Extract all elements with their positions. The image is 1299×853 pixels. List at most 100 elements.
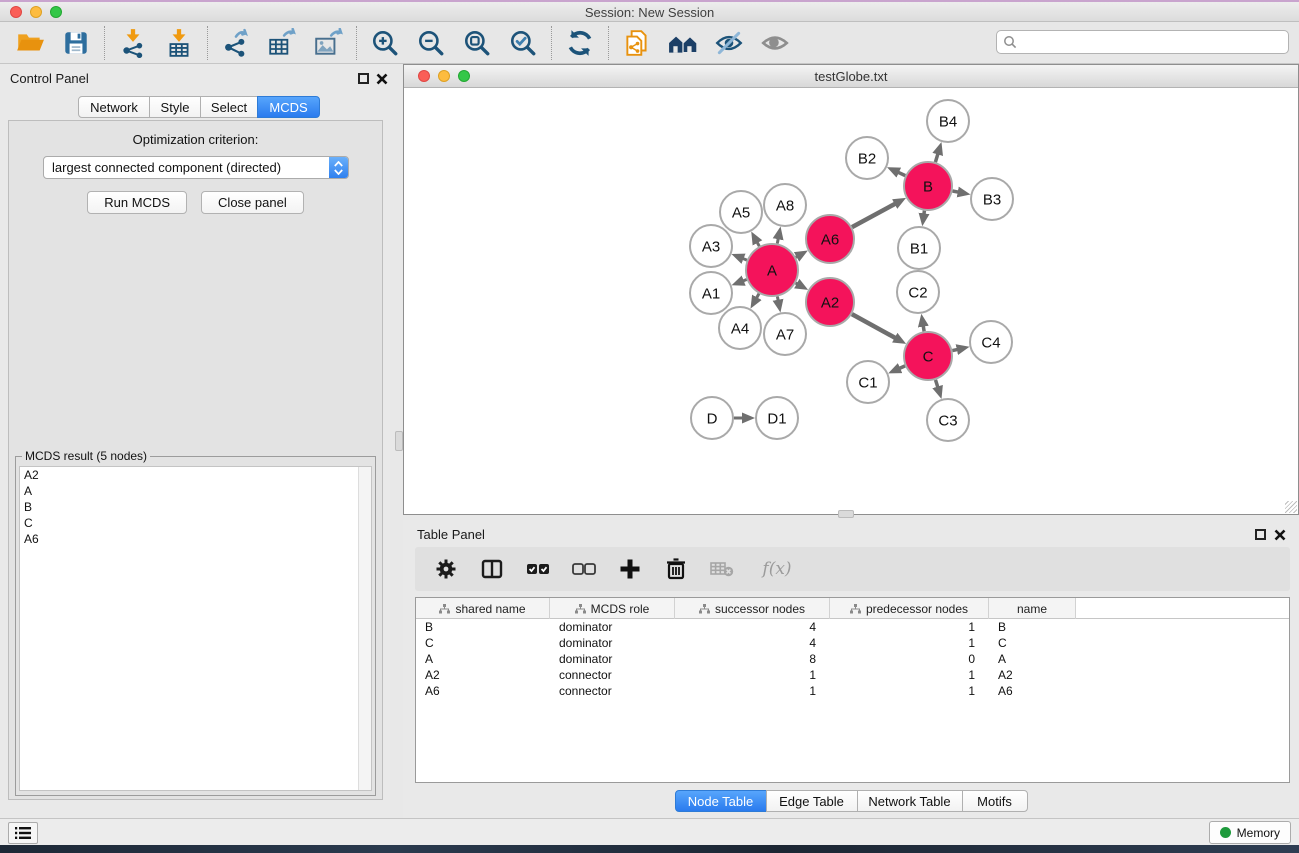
criterion-dropdown[interactable]: largest connected component (directed) [43,156,349,179]
node-A5[interactable]: A5 [720,191,762,233]
duplicate-network-icon[interactable] [621,27,653,59]
node-A6[interactable]: A6 [806,215,854,263]
node-C2[interactable]: C2 [897,271,939,313]
node-B[interactable]: B [904,162,952,210]
task-history-button[interactable] [8,822,38,844]
node-B2[interactable]: B2 [846,137,888,179]
node-D1[interactable]: D1 [756,397,798,439]
network-window-titlebar[interactable]: testGlobe.txt [404,65,1298,88]
edge-C-C2[interactable] [923,326,924,332]
cell-successor-nodes[interactable]: 4 [675,635,830,651]
run-mcds-button[interactable]: Run MCDS [87,191,187,214]
cell-MCDS-role[interactable]: connector [550,667,675,683]
cell-predecessor-nodes[interactable]: 1 [830,635,989,651]
cell-name[interactable]: A6 [989,683,1076,699]
delete-table-icon[interactable] [709,556,735,582]
result-item[interactable]: C [20,515,371,531]
node-A1[interactable]: A1 [690,272,732,314]
tab-motifs[interactable]: Motifs [962,790,1028,812]
import-table-icon[interactable] [163,27,195,59]
delete-row-icon[interactable] [663,556,689,582]
edge-A-A6[interactable] [796,256,798,257]
node-C4[interactable]: C4 [970,321,1012,363]
tab-mcds[interactable]: MCDS [257,96,320,118]
show-graphics-details-icon[interactable] [759,27,791,59]
open-session-icon[interactable] [14,27,46,59]
table-float-panel-icon[interactable] [1255,529,1266,540]
column-header-name[interactable]: name [989,598,1076,619]
edge-A-A1[interactable] [743,280,747,282]
tab-style[interactable]: Style [149,96,201,118]
tab-edge-table[interactable]: Edge Table [766,790,858,812]
node-A3[interactable]: A3 [690,225,732,267]
cell-shared-name[interactable]: B [416,619,550,635]
cell-shared-name[interactable]: A [416,651,550,667]
export-network-icon[interactable] [220,27,252,59]
edge-A-A3[interactable] [743,258,747,260]
search-input[interactable] [1021,31,1288,53]
cell-shared-name[interactable]: A2 [416,667,550,683]
network-graph[interactable]: B4B2BB3A5A8A6B1A3AA1C2A2A4A7C4CC1C3DD1 [404,88,1298,514]
cell-predecessor-nodes[interactable]: 1 [830,667,989,683]
node-C[interactable]: C [904,332,952,380]
cell-name[interactable]: B [989,619,1076,635]
search-field[interactable] [996,30,1289,54]
table-row[interactable]: Cdominator41C [416,635,1289,651]
refresh-icon[interactable] [564,27,596,59]
export-image-icon[interactable] [312,27,344,59]
cell-successor-nodes[interactable]: 1 [675,667,830,683]
mcds-result-list[interactable]: A2ABCA6 [19,466,372,791]
float-panel-icon[interactable] [358,73,369,84]
cell-name[interactable]: A [989,651,1076,667]
edge-A-A5[interactable] [757,242,759,246]
cell-successor-nodes[interactable]: 4 [675,619,830,635]
zoom-fit-icon[interactable] [461,27,493,59]
edge-C-C3[interactable] [936,380,938,388]
save-session-icon[interactable] [60,27,92,59]
close-panel-button[interactable]: Close panel [201,191,304,214]
zoom-in-icon[interactable] [369,27,401,59]
cell-MCDS-role[interactable]: dominator [550,651,675,667]
cell-name[interactable]: C [989,635,1076,651]
node-A4[interactable]: A4 [719,307,761,349]
memory-button[interactable]: Memory [1209,821,1291,844]
node-B1[interactable]: B1 [898,227,940,269]
table-row[interactable]: A6connector11A6 [416,683,1289,699]
table-row[interactable]: Adominator80A [416,651,1289,667]
cell-shared-name[interactable]: C [416,635,550,651]
column-header-shared-name[interactable]: shared name [416,598,550,619]
apply-function-icon[interactable]: f(x) [755,556,799,582]
result-item[interactable]: B [20,499,371,515]
hide-graphics-details-icon[interactable] [713,27,745,59]
edge-C-C4[interactable] [952,349,957,350]
table-settings-icon[interactable] [433,556,459,582]
edge-B-B1[interactable] [924,211,925,215]
table-row[interactable]: Bdominator41B [416,619,1289,635]
column-header-predecessor-nodes[interactable]: predecessor nodes [830,598,989,619]
cell-MCDS-role[interactable]: dominator [550,635,675,651]
result-scrollbar[interactable] [358,467,371,790]
tab-network[interactable]: Network [78,96,150,118]
edge-B-B2[interactable] [898,172,905,175]
network-overview-icon[interactable] [667,27,699,59]
deselect-all-icon[interactable] [571,556,597,582]
cell-predecessor-nodes[interactable]: 0 [830,651,989,667]
result-item[interactable]: A6 [20,531,371,547]
node-A7[interactable]: A7 [764,313,806,355]
horizontal-splitter-grip[interactable] [838,510,854,518]
edge-C-C1[interactable] [899,366,905,369]
tab-network-table[interactable]: Network Table [857,790,963,812]
edge-A-A2[interactable] [796,283,798,284]
result-item[interactable]: A [20,483,371,499]
table-close-panel-icon[interactable] [1274,529,1286,541]
edge-A2-C[interactable] [852,314,896,338]
node-B3[interactable]: B3 [971,178,1013,220]
select-all-icon[interactable] [525,556,551,582]
tab-select[interactable]: Select [200,96,258,118]
cell-successor-nodes[interactable]: 8 [675,651,830,667]
vertical-splitter-grip[interactable] [395,431,403,451]
node-A2[interactable]: A2 [806,278,854,326]
edge-A6-B[interactable] [852,204,896,228]
node-B4[interactable]: B4 [927,100,969,142]
export-table-icon[interactable] [266,27,298,59]
